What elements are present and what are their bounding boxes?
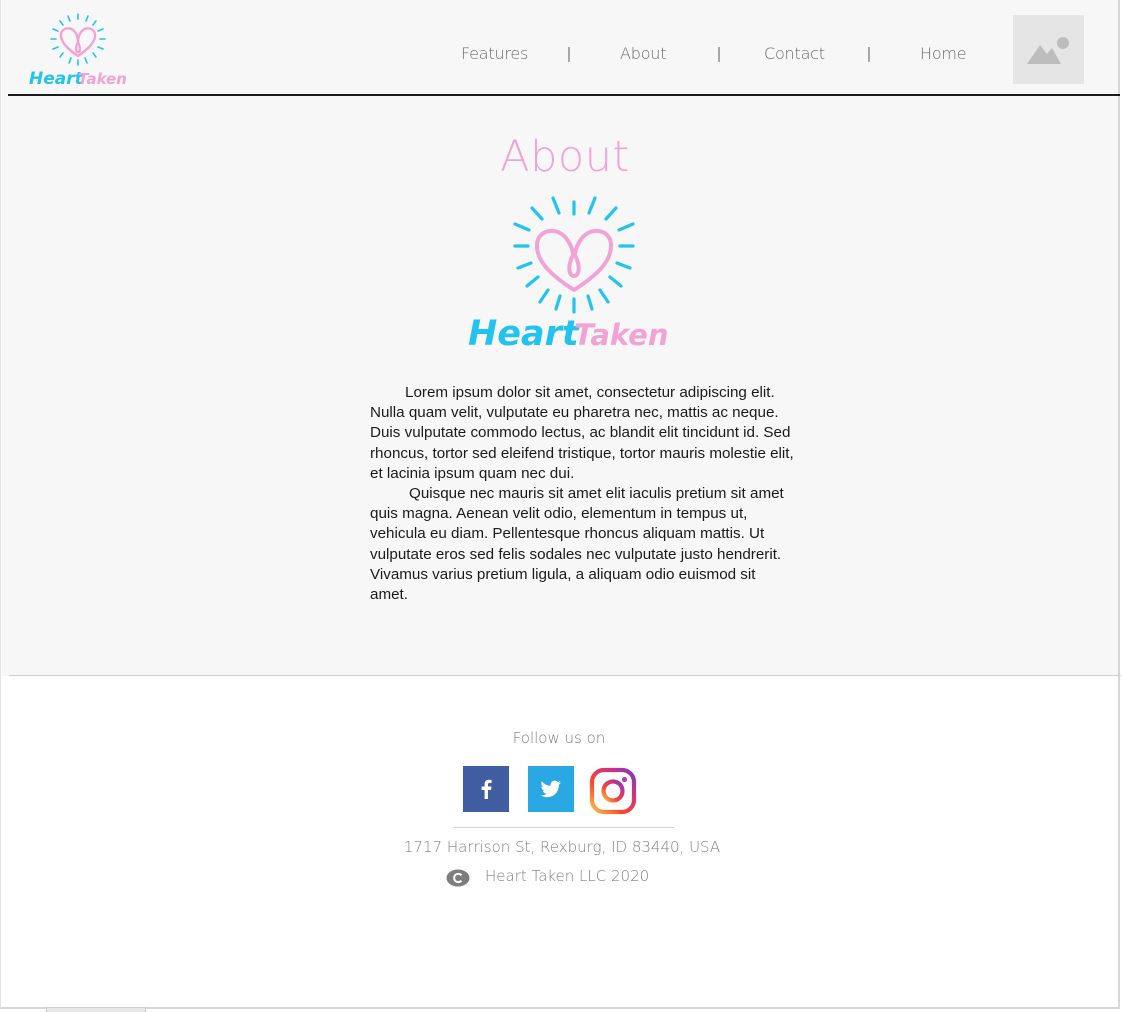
about-paragraph: Quisque nec mauris sit amet elit iaculis… [370,485,784,604]
nav-separator [568,47,570,62]
heart-icon [59,27,97,58]
image-placeholder-icon [1027,37,1069,64]
company-address: 1717 Harrison St, Rexburg, ID 83440, USA [403,838,721,856]
about-body: Lorem ipsum dolor sit amet, consectetur … [370,383,795,605]
heart-taken-logo[interactable]: Heart Taken [28,12,134,90]
follow-us-label: Follow us on [512,729,606,747]
heart-taken-logo-large: Heart Taken [468,196,668,352]
nav-link-features[interactable]: Features [461,44,528,63]
logo-word-taken: Taken [78,70,127,88]
nav-separator [868,47,870,62]
nav-link-home[interactable]: Home [920,44,967,63]
instagram-icon [589,767,637,815]
copyright-text: Heart Taken LLC 2020 [485,867,650,885]
footer-social-divider [453,827,674,828]
bottom-tab [46,1007,146,1012]
twitter-icon [540,780,561,798]
copyright-icon [446,869,470,887]
nav-separator [718,47,720,62]
page-frame: Heart Taken Features About Contact Home … [0,0,1121,1009]
footer-divider [9,675,1121,676]
header-divider [8,94,1120,96]
nav-link-contact[interactable]: Contact [764,44,825,63]
logo-word-taken: Taken [574,318,668,352]
twitter-link[interactable] [528,766,574,812]
main-section: Heart Taken Features About Contact Home … [2,0,1120,676]
nav-link-about[interactable]: About [620,44,667,63]
facebook-link[interactable] [463,766,509,812]
heart-icon [534,228,614,292]
page-title: About [500,132,630,182]
about-paragraph: Lorem ipsum dolor sit amet, consectetur … [370,384,794,482]
header-image-placeholder[interactable] [1013,15,1084,84]
facebook-icon [481,779,492,799]
instagram-link[interactable] [589,767,637,815]
logo-word-heart: Heart [29,69,84,89]
logo-word-heart: Heart [468,314,580,352]
